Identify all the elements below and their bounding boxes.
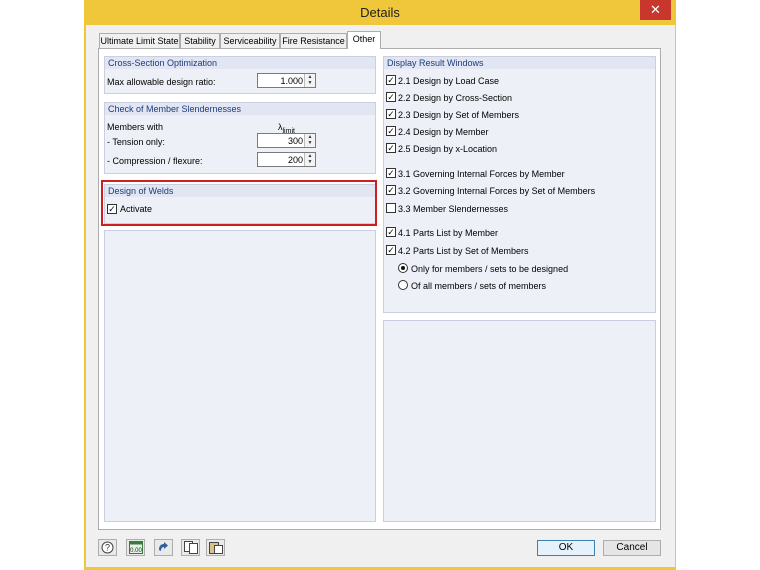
tab-other[interactable]: Other [347,31,381,49]
tab-label: Fire Resistance [282,36,345,46]
result-option-label[interactable]: 2.1 Design by Load Case [398,75,499,87]
spin-arrows[interactable]: ▲ ▼ [304,134,315,147]
paste-button[interactable] [206,539,225,556]
copy-button[interactable] [181,539,200,556]
group-header: Check of Member Slendernesses [105,103,375,115]
result-checkbox[interactable]: ✓ [386,168,396,178]
arrow-down-icon[interactable]: ▼ [305,80,315,86]
close-icon: ✕ [650,2,661,17]
check-icon: ✓ [387,245,395,255]
result-option-label[interactable]: 2.3 Design by Set of Members [398,109,519,121]
cancel-button[interactable]: Cancel [603,540,661,556]
compression-label: - Compression / flexure: [107,156,203,166]
result-checkbox[interactable]: ✓ [386,92,396,102]
title-bar[interactable]: Details [84,0,676,25]
radio-all-members[interactable] [398,280,408,290]
tab-fire-resistance[interactable]: Fire Resistance [280,33,347,48]
result-checkbox[interactable]: ✓ [386,126,396,136]
right-empty-panel [383,320,656,522]
result-checkbox[interactable]: ✓ [386,227,396,237]
check-icon: ✓ [387,185,395,195]
check-icon: ✓ [387,126,395,136]
result-option-label[interactable]: 2.2 Design by Cross-Section [398,92,512,104]
check-icon: ✓ [387,168,395,178]
check-icon: ✓ [387,227,395,237]
left-empty-panel [104,230,376,522]
window-title: Details [360,5,400,20]
result-option-label[interactable]: 3.1 Governing Internal Forces by Member [398,168,565,180]
max-ratio-label: Max allowable design ratio: [107,77,216,87]
check-icon: ✓ [387,109,395,119]
arrow-down-icon[interactable]: ▼ [305,159,315,165]
check-icon: ✓ [387,92,395,102]
units-icon: 0.00 [129,541,143,554]
reset-icon [159,542,168,551]
compression-value: 200 [287,155,303,165]
units-text: 0.00 [130,548,142,554]
tab-ultimate-limit-state[interactable]: Ultimate Limit State [99,33,180,48]
result-option-label[interactable]: 3.2 Governing Internal Forces by Set of … [398,185,595,197]
group-header: Cross-Section Optimization [105,57,375,69]
copy-icon [184,541,198,554]
svg-text:?: ? [105,543,110,553]
result-checkbox[interactable]: ✓ [386,143,396,153]
result-option-label[interactable]: 3.3 Member Slendernesses [398,203,508,215]
result-checkbox[interactable]: ✓ [386,109,396,119]
members-with-label: Members with [107,122,164,132]
spin-arrows[interactable]: ▲ ▼ [304,153,315,166]
help-icon: ? [101,541,114,554]
spin-arrows[interactable]: ▲ ▼ [304,74,315,87]
max-ratio-stepper[interactable]: 1.000 ▲ ▼ [257,73,316,88]
highlight-box [101,180,377,226]
tension-stepper[interactable]: 300 ▲ ▼ [257,133,316,148]
result-checkbox[interactable]: ✓ [386,185,396,195]
tab-label: Stability [184,36,216,46]
tab-stability[interactable]: Stability [180,33,220,48]
result-checkbox[interactable] [386,203,396,213]
tab-label: Ultimate Limit State [100,36,179,46]
compression-stepper[interactable]: 200 ▲ ▼ [257,152,316,167]
radio-label[interactable]: Only for members / sets to be designed [411,263,568,275]
check-icon: ✓ [387,143,395,153]
tab-serviceability[interactable]: Serviceability [220,33,280,48]
tab-label: Other [352,34,376,44]
units-button[interactable]: 0.00 [126,539,145,556]
radio-label[interactable]: Of all members / sets of members [411,280,546,292]
result-option-label[interactable]: 4.1 Parts List by Member [398,227,498,239]
tab-label: Serviceability [223,36,277,46]
result-checkbox[interactable]: ✓ [386,75,396,85]
close-button[interactable]: ✕ [640,0,671,20]
paste-icon [209,542,223,554]
check-icon: ✓ [387,75,395,85]
result-option-label[interactable]: 2.4 Design by Member [398,126,489,138]
group-header: Display Result Windows [384,57,655,69]
help-button[interactable]: ? [98,539,117,556]
result-option-label[interactable]: 4.2 Parts List by Set of Members [398,245,529,257]
radio-only-designed[interactable] [398,263,408,273]
radio-dot [401,266,405,270]
reset-button[interactable] [154,539,173,556]
max-ratio-value: 1.000 [280,76,303,86]
result-option-label[interactable]: 2.5 Design by x-Location [398,143,497,155]
ok-button[interactable]: OK [537,540,595,556]
tension-label: - Tension only: [107,137,165,147]
tension-value: 300 [287,136,303,146]
arrow-down-icon[interactable]: ▼ [305,140,315,146]
result-checkbox[interactable]: ✓ [386,245,396,255]
